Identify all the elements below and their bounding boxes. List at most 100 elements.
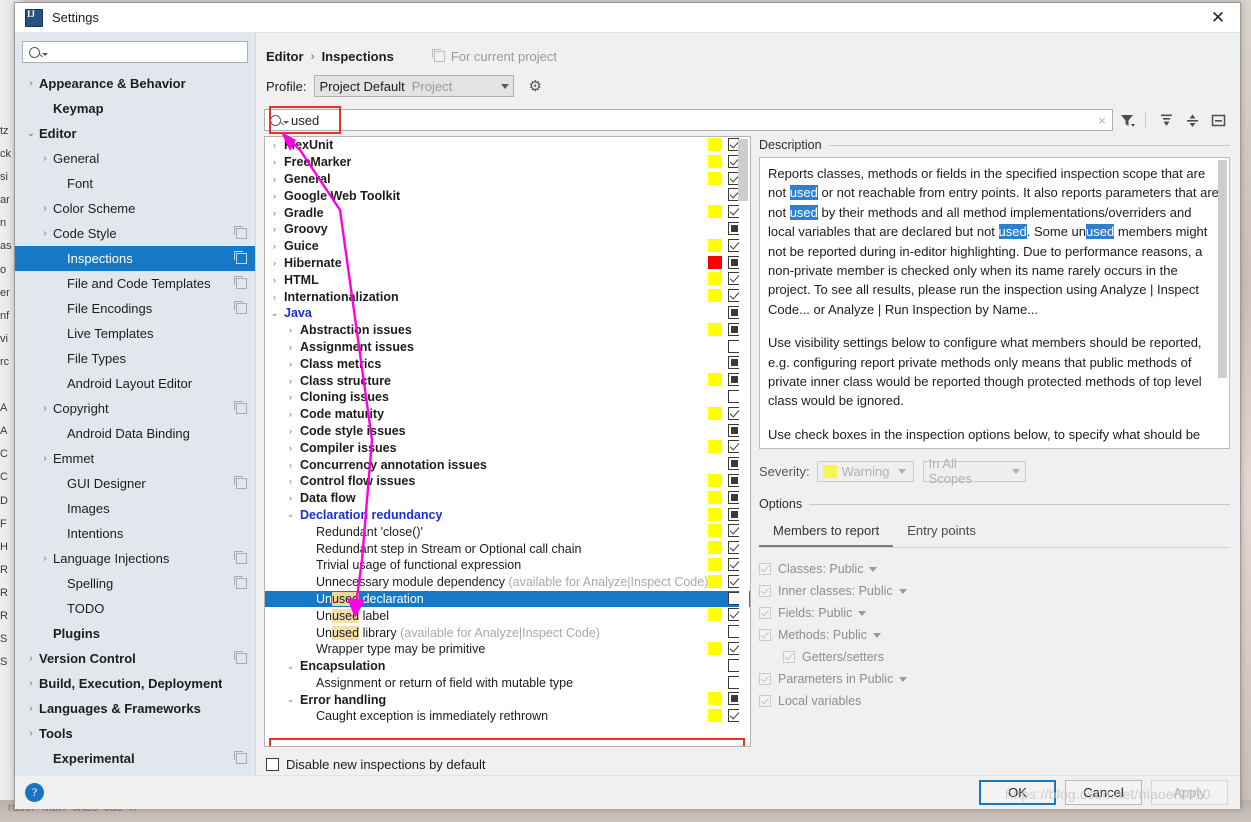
chevron-down-icon[interactable]: ⌄ [269,308,280,319]
sidebar-item-android-data-binding[interactable]: Android Data Binding [15,421,255,446]
sidebar-item-emmet[interactable]: › Emmet [15,446,255,471]
reset-icon[interactable] [1206,109,1230,131]
sidebar-search-input[interactable] [22,41,248,63]
chevron-right-icon[interactable]: › [285,376,296,386]
tree-row[interactable]: › Guice [265,238,750,255]
close-icon[interactable]: ✕ [1196,3,1240,32]
chevron-right-icon[interactable]: › [37,153,53,164]
option-checkbox[interactable] [759,673,771,685]
sidebar-item-font[interactable]: Font [15,171,255,196]
copy-settings-icon[interactable] [234,301,247,314]
tree-row[interactable]: Redundant 'close()' [265,523,750,540]
tree-row[interactable]: ⌄ Encapsulation [265,658,750,675]
tree-row[interactable]: › Groovy [265,221,750,238]
chevron-right-icon[interactable]: › [285,476,296,486]
filter-icon[interactable] [1115,109,1139,131]
copy-settings-icon[interactable] [234,651,247,664]
chevron-down-icon[interactable]: ⌄ [285,509,296,520]
chevron-right-icon[interactable]: › [285,443,296,453]
tree-row[interactable]: › Assignment issues [265,339,750,356]
tree-scrollbar-thumb[interactable] [738,139,748,201]
sidebar-item-gui-designer[interactable]: GUI Designer [15,471,255,496]
tree-row[interactable]: ⌄ Java [265,305,750,322]
chevron-right-icon[interactable]: › [23,78,39,89]
sidebar-item-plugins[interactable]: Plugins [15,621,255,646]
chevron-right-icon[interactable]: › [269,292,280,302]
option-fields-public[interactable]: Fields: Public [759,602,1230,624]
chevron-down-icon[interactable] [898,588,907,594]
help-icon[interactable]: ? [25,783,44,802]
option-classes-public[interactable]: Classes: Public [759,558,1230,580]
chevron-right-icon[interactable]: › [269,174,280,184]
tree-row[interactable]: Unused library (available for Analyze|In… [265,624,750,641]
option-methods-public[interactable]: Methods: Public [759,624,1230,646]
tree-row[interactable]: Wrapper type may be primitive [265,641,750,658]
chevron-down-icon[interactable] [858,610,867,616]
description-scrollbar[interactable] [1218,159,1228,448]
tree-row[interactable]: › Code maturity [265,406,750,423]
tree-row[interactable]: › Abstraction issues [265,322,750,339]
breadcrumb-editor[interactable]: Editor [266,49,304,64]
sidebar-item-copyright[interactable]: › Copyright [15,396,255,421]
inspection-tree[interactable]: › FlexUnit › FreeMarker › General › Google Web … [265,137,750,746]
tree-row[interactable]: Trivial usage of functional expression [265,557,750,574]
chevron-right-icon[interactable]: › [269,258,280,268]
tree-row[interactable]: › General [265,171,750,188]
description-scrollbar-thumb[interactable] [1218,160,1227,378]
chevron-down-icon[interactable]: ⌄ [285,694,296,705]
sidebar-item-experimental[interactable]: Experimental [15,746,255,771]
tree-row[interactable]: Redundant step in Stream or Optional cal… [265,540,750,557]
chevron-right-icon[interactable]: › [37,553,53,564]
option-checkbox[interactable] [783,651,795,663]
chevron-right-icon[interactable]: › [37,203,53,214]
chevron-right-icon[interactable]: › [269,140,280,150]
option-parameters-in-public[interactable]: Parameters in Public [759,668,1230,690]
chevron-right-icon[interactable]: › [269,208,280,218]
tree-row[interactable]: › Gradle [265,204,750,221]
chevron-right-icon[interactable]: › [269,157,280,167]
profile-select[interactable]: Project Default Project [314,75,515,97]
option-inner-classes-public[interactable]: Inner classes: Public [759,580,1230,602]
tree-row[interactable]: › Control flow issues [265,473,750,490]
chevron-down-icon[interactable]: ⌄ [285,661,296,672]
tree-row[interactable]: › Google Web Toolkit [265,187,750,204]
chevron-right-icon[interactable]: › [23,653,39,664]
sidebar-item-live-templates[interactable]: Live Templates [15,321,255,346]
tree-row[interactable]: › Cloning issues [265,389,750,406]
chevron-right-icon[interactable]: › [285,409,296,419]
sidebar-item-build-execution-deployment[interactable]: › Build, Execution, Deployment [15,671,255,696]
scope-select[interactable]: In All Scopes [922,456,1026,486]
copy-settings-icon[interactable] [234,276,247,289]
chevron-right-icon[interactable]: › [269,224,280,234]
sidebar-item-code-style[interactable]: › Code Style [15,221,255,246]
chevron-right-icon[interactable]: › [269,241,280,251]
chevron-right-icon[interactable]: › [269,275,280,285]
sidebar-item-appearance-behavior[interactable]: › Appearance & Behavior [15,71,255,96]
chevron-down-icon[interactable]: ⌄ [23,128,39,139]
sidebar-item-version-control[interactable]: › Version Control [15,646,255,671]
copy-settings-icon[interactable] [234,226,247,239]
chevron-right-icon[interactable]: › [37,403,53,414]
inspection-search-input[interactable]: used × [264,109,1113,131]
chevron-right-icon[interactable]: › [285,359,296,369]
option-checkbox[interactable] [759,695,771,707]
tree-row[interactable]: › Class structure [265,372,750,389]
chevron-down-icon[interactable] [899,676,908,682]
sidebar-item-intentions[interactable]: Intentions [15,521,255,546]
sidebar-item-languages-frameworks[interactable]: › Languages & Frameworks [15,696,255,721]
tree-row[interactable]: › Hibernate [265,255,750,272]
option-local-variables[interactable]: Local variables [759,690,1230,712]
chevron-right-icon[interactable]: › [23,678,39,689]
tree-row[interactable]: › Code style issues [265,423,750,440]
sidebar-item-spelling[interactable]: Spelling [15,571,255,596]
tab-members-to-report[interactable]: Members to report [759,519,894,547]
tree-row[interactable]: › HTML [265,271,750,288]
chevron-right-icon[interactable]: › [37,228,53,239]
copy-settings-icon[interactable] [234,401,247,414]
copy-settings-icon[interactable] [234,476,247,489]
sidebar-item-tools[interactable]: › Tools [15,721,255,746]
tree-row[interactable]: › Data flow [265,490,750,507]
chevron-down-icon[interactable] [869,566,878,572]
chevron-right-icon[interactable]: › [23,703,39,714]
severity-select[interactable]: Warning [816,460,914,482]
